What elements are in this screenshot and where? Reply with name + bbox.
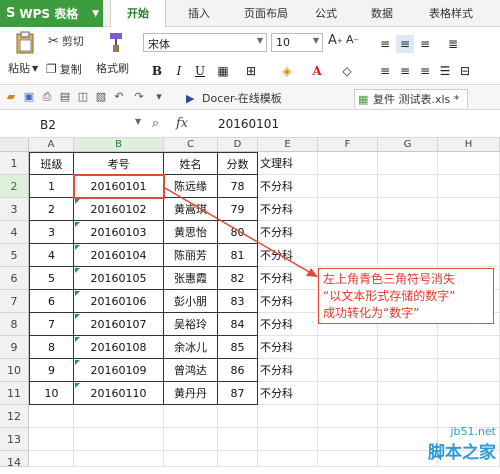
callout-line-1: 左上角青色三角符号消失 — [323, 272, 456, 286]
watermark-name: 脚本之家 — [428, 443, 496, 463]
annotation-callout: 左上角青色三角符号消失 “以文本形式存储的数字” 成功转化为“数字” — [318, 268, 494, 324]
callout-line-2: “以文本形式存储的数字” — [323, 289, 456, 303]
callout-line-3: 成功转化为“数字” — [323, 306, 420, 320]
watermark: jb51.net 脚本之家 — [428, 425, 496, 463]
annotation-arrow — [164, 187, 318, 277]
watermark-url: jb51.net — [450, 425, 496, 438]
